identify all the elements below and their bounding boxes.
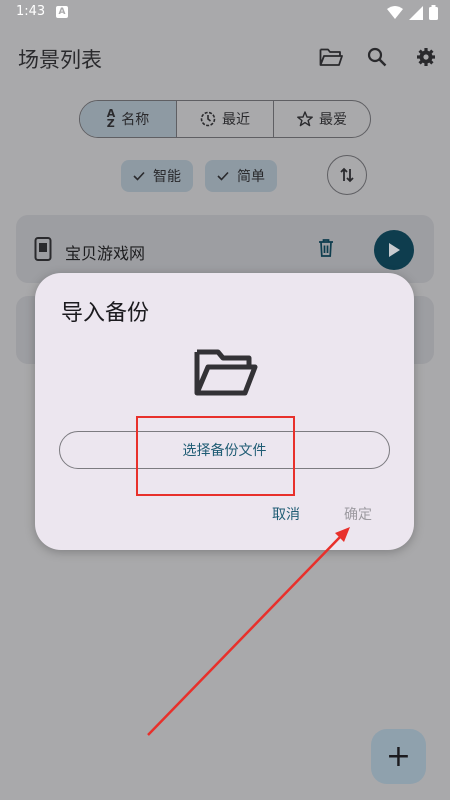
plus-icon: +	[385, 739, 412, 774]
annotation-arrow	[147, 527, 350, 736]
add-scene-button[interactable]: +	[371, 729, 426, 784]
